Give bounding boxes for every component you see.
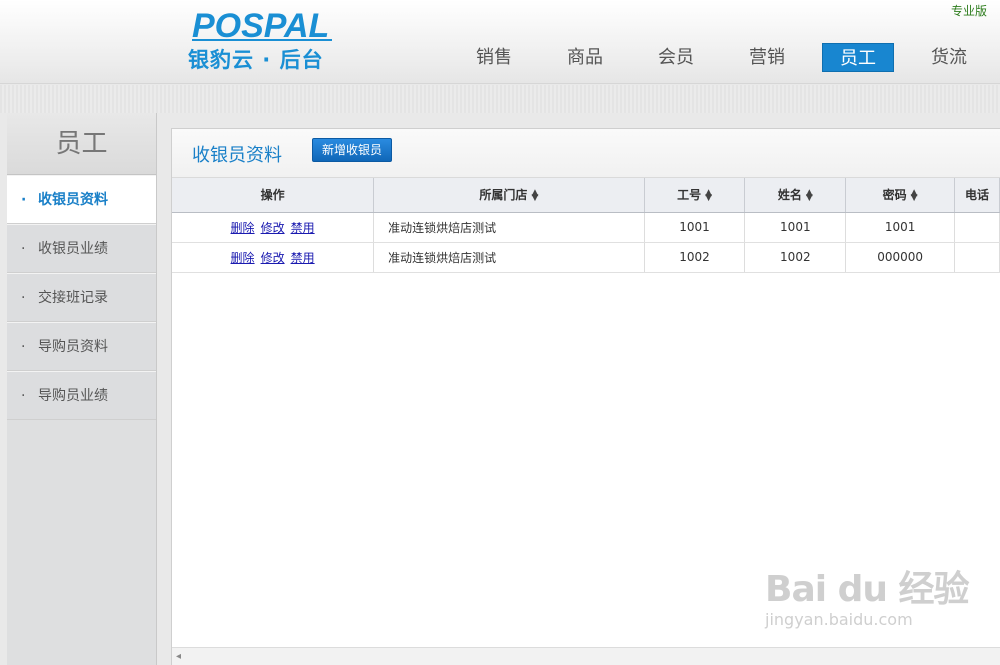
table-row: 删除 修改 禁用 准动连锁烘焙店测试 1002 1002 000000 [172,242,1000,273]
ops-cell: 删除 修改 禁用 [172,242,375,273]
phone-cell [954,212,1000,243]
edit-link[interactable]: 修改 [261,251,285,265]
disable-link[interactable]: 禁用 [291,221,315,235]
name-cell: 1002 [744,242,847,273]
add-cashier-button[interactable]: 新增收银员 [312,138,392,162]
sort-icon: ▲ ▼ [531,187,539,203]
sidebar-item-guide-performance[interactable]: · 导购员业绩 [7,371,156,420]
watermark-logo: Bai du 经验 [765,569,970,610]
bullet-icon: · [21,388,26,404]
cashier-table: 操作 所属门店 ▲ ▼ 工号 ▲ ▼ 姓名 ▲ ▼ 密码 ▲ ▼ 电话 删除 修改 禁用 准动连锁烘… [172,178,1000,273]
table-row: 删除 修改 禁用 准动连锁烘焙店测试 1001 1001 1001 [172,212,1000,243]
delete-link[interactable]: 删除 [231,221,255,235]
password-cell: 1001 [845,212,956,243]
sort-icon: ▲ ▼ [705,187,713,203]
sidebar-title: 员工 [7,113,156,175]
sidebar-item-label: 收银员业绩 [38,241,108,257]
sidebar-item-cashier-info[interactable]: · 收银员资料 [7,175,156,224]
sidebar-item-cashier-performance[interactable]: · 收银员业绩 [7,224,156,273]
name-cell: 1001 [744,212,847,243]
col-header-store[interactable]: 所属门店 ▲ ▼ [373,178,645,213]
phone-cell [954,242,1000,273]
ops-cell: 删除 修改 禁用 [172,212,375,243]
bullet-icon: · [21,192,27,208]
sort-icon: ▲ ▼ [805,187,813,203]
id-cell: 1001 [644,212,746,243]
store-cell: 准动连锁烘焙店测试 [373,242,645,273]
sidebar-item-shift-records[interactable]: · 交接班记录 [7,273,156,322]
logo-text: 银豹云 · 后台 [188,48,324,72]
sidebar-item-label: 收银员资料 [38,192,108,208]
scroll-left-icon[interactable]: ◂ [176,651,181,662]
nav-products[interactable]: 商品 [549,43,621,72]
nav-marketing[interactable]: 营销 [731,43,803,72]
watermark-url: jingyan.baidu.com [765,610,913,629]
col-header-phone[interactable]: 电话 [954,178,1000,213]
sidebar-item-guide-info[interactable]: · 导购员资料 [7,322,156,371]
password-cell: 000000 [845,242,956,273]
sidebar: 员工 · 收银员资料 · 收银员业绩 · 交接班记录 · 导购员资料 · 导购员业绩 [7,113,157,665]
header-band [0,85,1000,113]
col-header-password[interactable]: 密码 ▲ ▼ [845,178,956,213]
content-header: 收银员资料 新增收银员 [172,129,1000,178]
bullet-icon: · [21,290,26,306]
bullet-icon: · [21,339,26,355]
disable-link[interactable]: 禁用 [291,251,315,265]
sidebar-item-label: 导购员业绩 [38,388,108,404]
sidebar-item-label: 交接班记录 [38,290,108,306]
svg-text:POSPAL: POSPAL [192,8,329,44]
pospal-logo: POSPAL [192,8,332,44]
edit-link[interactable]: 修改 [261,221,285,235]
top-header: POSPAL 银豹云 · 后台 专业版 销售 商品 会员 营销 员工 货流 [0,0,1000,84]
store-cell: 准动连锁烘焙店测试 [373,212,645,243]
sidebar-item-label: 导购员资料 [38,339,108,355]
id-cell: 1002 [644,242,746,273]
table-header-row: 操作 所属门店 ▲ ▼ 工号 ▲ ▼ 姓名 ▲ ▼ 密码 ▲ ▼ 电话 [172,178,1000,213]
baidu-watermark: Bai du 经验 jingyan.baidu.com [765,560,990,650]
bullet-icon: · [21,241,26,257]
col-header-name[interactable]: 姓名 ▲ ▼ [744,178,847,213]
nav-staff[interactable]: 员工 [822,43,894,72]
nav-sales[interactable]: 销售 [458,43,530,72]
col-header-id[interactable]: 工号 ▲ ▼ [644,178,746,213]
sort-icon: ▲ ▼ [910,187,918,203]
edition-label[interactable]: 专业版 [951,2,987,19]
col-header-ops: 操作 [172,178,375,213]
delete-link[interactable]: 删除 [231,251,255,265]
nav-members[interactable]: 会员 [640,43,712,72]
main-nav: 销售 商品 会员 营销 员工 货流 [458,43,1000,73]
nav-logistics[interactable]: 货流 [913,43,985,72]
page-title: 收银员资料 [192,145,282,166]
